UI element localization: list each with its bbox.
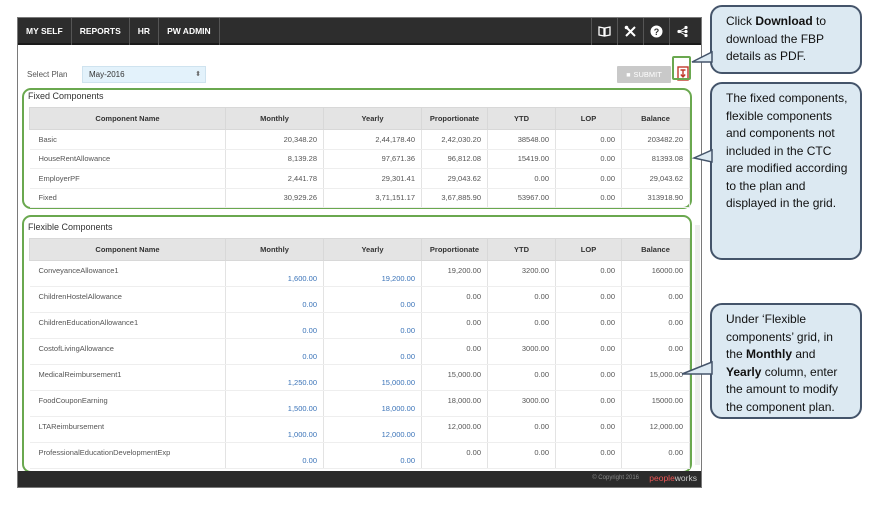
callout-pointers <box>672 50 713 375</box>
